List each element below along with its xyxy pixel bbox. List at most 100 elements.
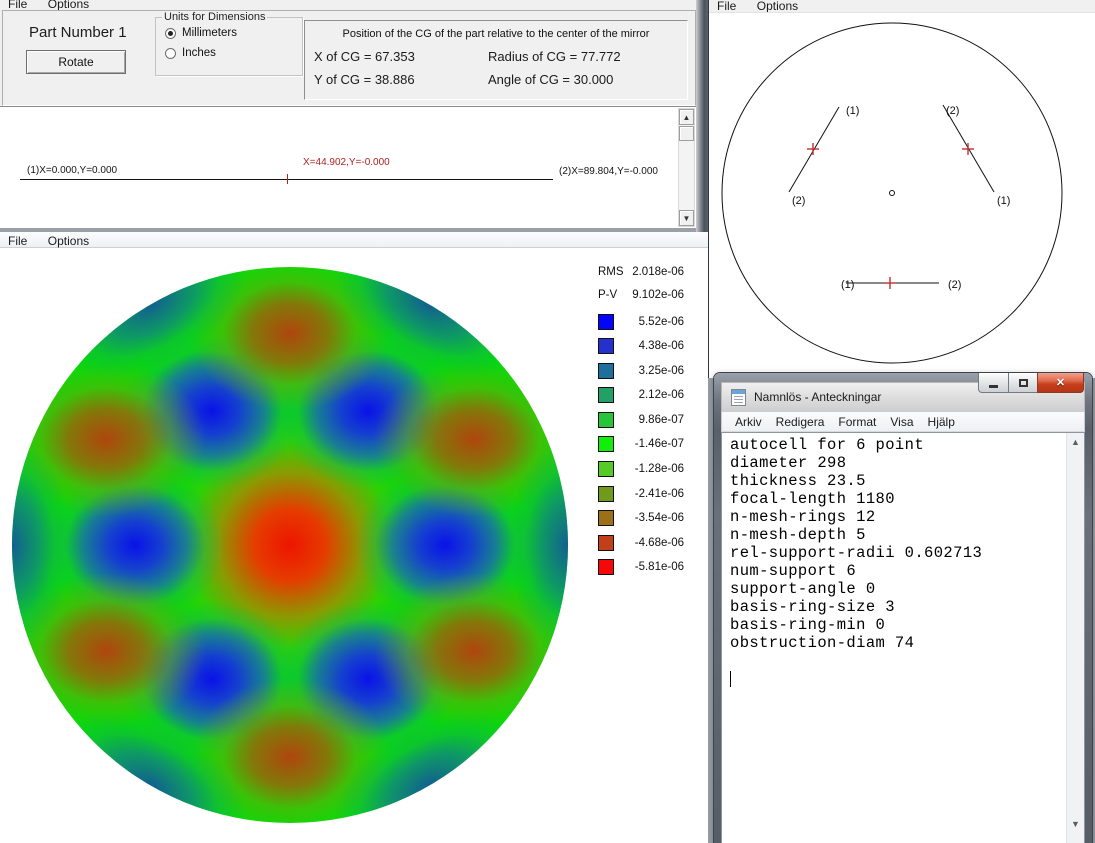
menu-file[interactable]: File bbox=[709, 0, 744, 13]
legend-swatch bbox=[598, 510, 614, 526]
rotate-button[interactable]: Rotate bbox=[26, 50, 126, 74]
menu-file[interactable]: File bbox=[0, 0, 35, 10]
notepad-vertical-scrollbar[interactable]: ▲ ▼ bbox=[1066, 433, 1084, 843]
bar-left-end1-label: (1) bbox=[846, 105, 859, 117]
pivot-cross bbox=[807, 143, 974, 289]
legend-swatch bbox=[598, 559, 614, 575]
contour-window-menubar: File Options bbox=[0, 232, 708, 248]
notepad-window: Namnlös - Anteckningar ✕ Arkiv Redigera … bbox=[714, 373, 1092, 843]
legend-row: -1.46e-07 bbox=[598, 437, 684, 452]
notepad-line: basis-ring-size 3 bbox=[730, 598, 1066, 616]
part-ruler-canvas: (1)X=0.000,Y=0.000 X=44.902,Y=-0.000 (2)… bbox=[0, 106, 696, 228]
bar-left-end2-label: (2) bbox=[792, 195, 805, 207]
notepad-line: support-angle 0 bbox=[730, 580, 1066, 598]
radio-inches-label: Inches bbox=[182, 47, 216, 59]
support-diagram: (1) (2) (2) (1) (1) (2) bbox=[709, 13, 1095, 378]
legend-levels: 5.52e-064.38e-063.25e-062.12e-069.86e-07… bbox=[598, 314, 684, 575]
part-window: File Options Part Number 1 Rotate Units … bbox=[0, 0, 708, 228]
scroll-down-button[interactable]: ▼ bbox=[679, 210, 694, 226]
notepad-client: autocell for 6 pointdiameter 298thicknes… bbox=[721, 432, 1085, 843]
legend-row: 2.12e-06 bbox=[598, 388, 684, 403]
legend-row: -4.68e-06 bbox=[598, 535, 684, 550]
cg-y-value: Y of CG = 38.886 bbox=[314, 72, 415, 87]
maximize-icon bbox=[1019, 379, 1028, 387]
ruler-midpoint-tick bbox=[287, 174, 288, 184]
contour-window: File Options bbox=[0, 232, 708, 843]
legend-row: 4.38e-06 bbox=[598, 339, 684, 354]
menu-arkiv[interactable]: Arkiv bbox=[728, 415, 769, 429]
notepad-icon bbox=[731, 389, 746, 406]
legend-value: -1.46e-07 bbox=[635, 438, 684, 450]
scroll-up-button[interactable]: ▲ bbox=[679, 109, 694, 125]
radio-inches[interactable]: Inches bbox=[165, 47, 216, 59]
notepad-line: obstruction-diam 74 bbox=[730, 634, 1066, 652]
legend-swatch bbox=[598, 535, 614, 551]
scroll-thumb[interactable] bbox=[679, 126, 694, 141]
menu-options[interactable]: Options bbox=[40, 0, 97, 10]
rms-value: 2.018e-06 bbox=[632, 266, 684, 278]
notepad-line: basis-ring-min 0 bbox=[730, 616, 1066, 634]
maximize-button[interactable] bbox=[1009, 373, 1037, 393]
bar-right-end2-label: (1) bbox=[997, 195, 1010, 207]
notepad-menubar: Arkiv Redigera Format Visa Hjälp bbox=[721, 411, 1085, 432]
notepad-line: num-support 6 bbox=[730, 562, 1066, 580]
legend-value: -2.41e-06 bbox=[635, 488, 684, 500]
legend-pv-row: P-V 9.102e-06 bbox=[598, 284, 684, 306]
radio-inches-circle[interactable] bbox=[165, 48, 176, 59]
notepad-line: focal-length 1180 bbox=[730, 490, 1066, 508]
close-button[interactable]: ✕ bbox=[1037, 373, 1084, 393]
scroll-up-button[interactable]: ▲ bbox=[1067, 433, 1084, 450]
legend-row: 5.52e-06 bbox=[598, 314, 684, 329]
legend-row: -1.28e-06 bbox=[598, 462, 684, 477]
pv-value: 9.102e-06 bbox=[632, 289, 684, 301]
legend-swatch bbox=[598, 461, 614, 477]
center-mark bbox=[890, 191, 895, 196]
menu-redigera[interactable]: Redigera bbox=[769, 415, 832, 429]
legend-row: -5.81e-06 bbox=[598, 560, 684, 575]
legend-rms-row: RMS 2.018e-06 bbox=[598, 259, 684, 284]
legend-row: -3.54e-06 bbox=[598, 511, 684, 526]
notepad-line: n-mesh-depth 5 bbox=[730, 526, 1066, 544]
legend-swatch bbox=[598, 436, 614, 452]
menu-hjalp[interactable]: Hjälp bbox=[921, 415, 962, 429]
minimize-icon bbox=[989, 385, 998, 388]
desktop: { "left_top_window": { "menu": ["File", … bbox=[0, 0, 1095, 843]
radio-millimeters-circle[interactable] bbox=[165, 28, 176, 39]
radio-millimeters[interactable]: Millimeters bbox=[165, 27, 237, 39]
cell-window-menubar: File Options bbox=[709, 0, 1095, 13]
minimize-button[interactable] bbox=[978, 373, 1009, 393]
scroll-down-button[interactable]: ▼ bbox=[1067, 815, 1084, 832]
part-window-menubar: File Options bbox=[0, 0, 708, 10]
legend-swatch bbox=[598, 338, 614, 354]
legend-swatch bbox=[598, 363, 614, 379]
part-control-panel: Part Number 1 Rotate Units for Dimension… bbox=[2, 10, 696, 106]
ruler-vertical-scrollbar[interactable]: ▲ ▼ bbox=[678, 108, 695, 227]
bar-right-end1-label: (2) bbox=[946, 105, 959, 117]
legend-value: 2.12e-06 bbox=[639, 389, 684, 401]
legend-row: 3.25e-06 bbox=[598, 363, 684, 378]
menu-visa[interactable]: Visa bbox=[883, 415, 920, 429]
menu-format[interactable]: Format bbox=[831, 415, 883, 429]
contour-legend: RMS 2.018e-06 P-V 9.102e-06 5.52e-06 4.38… bbox=[598, 259, 684, 585]
legend-swatch bbox=[598, 486, 614, 502]
legend-swatch bbox=[598, 387, 614, 403]
legend-row: -2.41e-06 bbox=[598, 486, 684, 501]
notepad-line: rel-support-radii 0.602713 bbox=[730, 544, 1066, 562]
bar-bottom-end1-label: (1) bbox=[841, 279, 854, 291]
part-number-label: Part Number 1 bbox=[29, 24, 127, 41]
cg-radius-value: Radius of CG = 77.772 bbox=[488, 49, 621, 64]
cell-layout-canvas: (1) (2) (2) (1) (1) (2) bbox=[709, 13, 1095, 378]
bar-bottom-end2-label: (2) bbox=[948, 279, 961, 291]
cg-x-value: X of CG = 67.353 bbox=[314, 49, 415, 64]
ruler-point1-label: (1)X=0.000,Y=0.000 bbox=[27, 165, 117, 176]
legend-value: 3.25e-06 bbox=[639, 365, 684, 377]
close-icon: ✕ bbox=[1056, 376, 1065, 389]
cg-angle-value: Angle of CG = 30.000 bbox=[488, 72, 613, 87]
notepad-text-area[interactable]: autocell for 6 pointdiameter 298thicknes… bbox=[723, 433, 1066, 843]
cell-layout-window: File Options (1) (2) (2) (1) bbox=[708, 0, 1095, 378]
notepad-line: n-mesh-rings 12 bbox=[730, 508, 1066, 526]
ruler-mid-label: X=44.902,Y=-0.000 bbox=[303, 157, 390, 168]
notepad-title: Namnlös - Anteckningar bbox=[754, 390, 881, 404]
menu-options[interactable]: Options bbox=[749, 0, 806, 13]
legend-value: -3.54e-06 bbox=[635, 512, 684, 524]
